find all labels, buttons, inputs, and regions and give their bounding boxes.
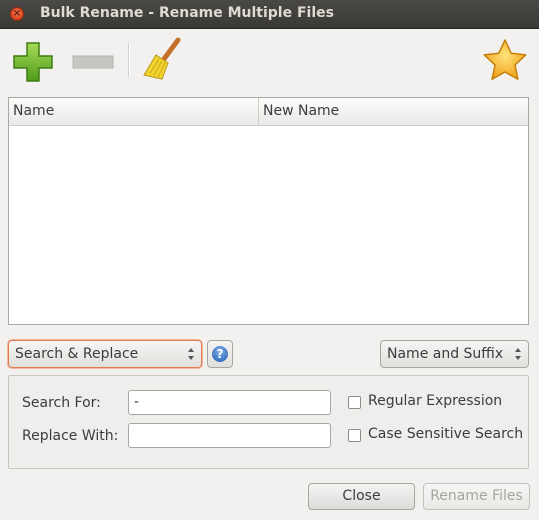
remove-icon[interactable] <box>72 55 114 69</box>
clear-broom-icon[interactable] <box>142 37 184 83</box>
search-for-input[interactable]: - <box>128 390 331 415</box>
close-button[interactable]: Close <box>308 483 415 510</box>
combo-arrows-icon <box>515 348 521 360</box>
rename-files-button[interactable]: Rename Files <box>423 483 530 510</box>
column-header-new-name[interactable]: New Name <box>259 98 528 125</box>
window-title: Bulk Rename - Rename Multiple Files <box>40 5 334 21</box>
search-for-label: Search For: <box>22 395 101 411</box>
window-close-button[interactable]: × <box>10 7 24 21</box>
case-sensitive-checkbox[interactable] <box>348 429 361 442</box>
help-button[interactable]: ? <box>207 340 233 368</box>
regex-label[interactable]: Regular Expression <box>368 393 502 409</box>
help-icon: ? <box>212 346 228 362</box>
name-part-select-value: Name and Suffix <box>387 346 504 362</box>
add-icon[interactable] <box>12 41 54 83</box>
title-bar: × Bulk Rename - Rename Multiple Files <box>0 0 539 29</box>
table-header: Name New Name <box>9 98 528 126</box>
column-header-name[interactable]: Name <box>9 98 259 125</box>
toolbar <box>0 29 539 93</box>
search-replace-panel: Search For: - Replace With: Regular Expr… <box>8 375 529 469</box>
file-list-table[interactable]: Name New Name <box>8 97 529 325</box>
renamer-select[interactable]: Search & Replace <box>8 340 202 368</box>
regex-checkbox[interactable] <box>348 396 361 409</box>
toolbar-separator <box>128 42 130 78</box>
about-star-icon[interactable] <box>482 38 528 84</box>
renamer-select-value: Search & Replace <box>15 346 139 362</box>
combo-arrows-icon <box>188 348 194 360</box>
name-part-select[interactable]: Name and Suffix <box>380 340 529 368</box>
replace-with-label: Replace With: <box>22 428 119 444</box>
close-icon: × <box>12 8 22 19</box>
replace-with-input[interactable] <box>128 423 331 448</box>
case-sensitive-label[interactable]: Case Sensitive Search <box>368 426 523 442</box>
